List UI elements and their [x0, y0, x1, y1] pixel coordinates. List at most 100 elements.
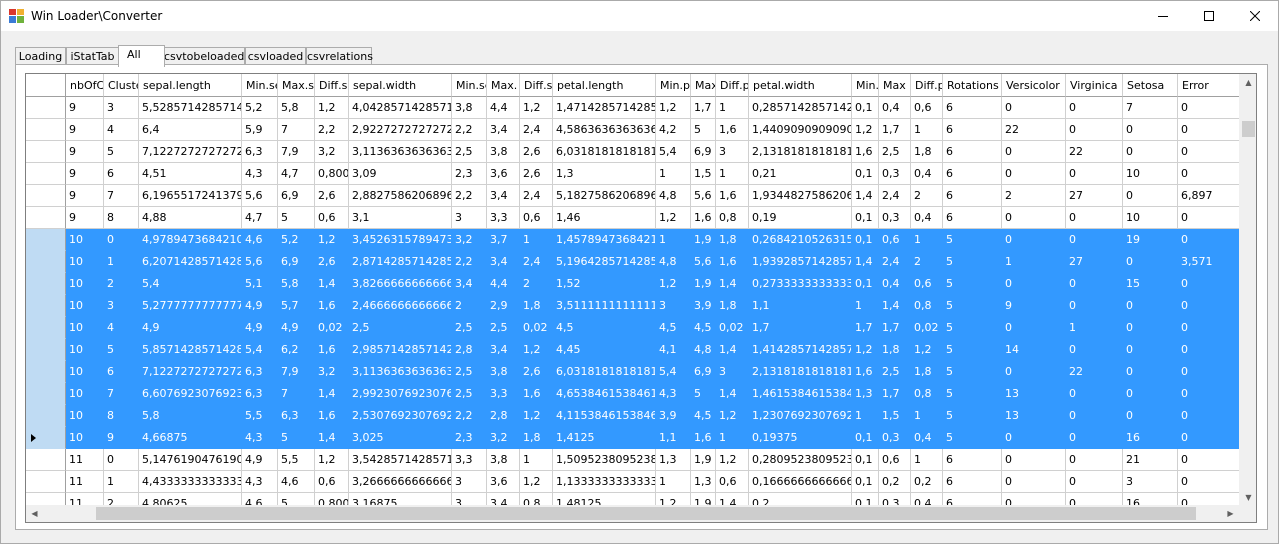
grid-cell[interactable]: 2,4 [520, 119, 553, 141]
column-header[interactable]: Cluste [104, 74, 139, 97]
table-row[interactable]: 9 4 6,4 5,9 7 2,2 2,92272727272727 2,2 3,4 2,4 4,5… [26, 119, 1248, 141]
grid-cell[interactable]: 0,2 [879, 471, 911, 493]
grid-cell[interactable]: 5,8 [278, 273, 315, 295]
grid-cell[interactable]: 1,4 [716, 339, 749, 361]
grid-cell[interactable]: 1,2 [315, 229, 349, 251]
close-button[interactable] [1232, 1, 1278, 31]
grid-cell[interactable]: 0,280952380952381 [749, 449, 852, 471]
grid-cell[interactable]: 0,1 [852, 471, 879, 493]
grid-cell[interactable]: 0 [1178, 229, 1248, 251]
grid-cell[interactable]: 4,4 [487, 273, 520, 295]
grid-cell[interactable]: 2,8 [487, 405, 520, 427]
grid-cell[interactable]: 1,8 [879, 339, 911, 361]
grid-cell[interactable]: 6,3 [278, 405, 315, 427]
column-header[interactable]: Diff.s [315, 74, 349, 97]
grid-cell[interactable]: 10 [66, 295, 104, 317]
grid-cell[interactable]: 1,2 [716, 405, 749, 427]
grid-cell[interactable]: 1,2 [911, 339, 943, 361]
row-header[interactable] [26, 185, 66, 207]
row-header[interactable] [26, 163, 66, 185]
grid-cell[interactable]: 3 [452, 207, 487, 229]
grid-cell[interactable]: 2,6 [520, 361, 553, 383]
grid-cell[interactable]: 6,03181818181818 [553, 141, 656, 163]
grid-cell[interactable]: 0 [1002, 471, 1066, 493]
grid-cell[interactable]: 2,6 [315, 251, 349, 273]
grid-cell[interactable]: 2,2 [452, 405, 487, 427]
grid-cell[interactable]: 1,3 [553, 163, 656, 185]
grid-cell[interactable]: 1,6 [716, 119, 749, 141]
grid-cell[interactable]: 1,6 [716, 185, 749, 207]
table-row[interactable]: 11 0 5,14761904761905 4,9 5,5 1,2 3,5428571428… [26, 449, 1248, 471]
grid-cell[interactable]: 3,1 [349, 207, 452, 229]
grid-cell[interactable]: 0 [1178, 471, 1248, 493]
column-header[interactable]: Diff.p [911, 74, 943, 97]
grid-cell[interactable]: 6 [943, 141, 1002, 163]
grid-cell[interactable]: 1 [852, 295, 879, 317]
grid-cell[interactable]: 1,2 [520, 471, 553, 493]
grid-cell[interactable]: 0 [1066, 427, 1123, 449]
grid-cell[interactable]: 0,4 [879, 97, 911, 119]
grid-cell[interactable]: 1,7 [879, 317, 911, 339]
column-header[interactable]: Error [1178, 74, 1248, 97]
grid-cell[interactable]: 3,025 [349, 427, 452, 449]
grid-cell[interactable]: 1 [104, 251, 139, 273]
vertical-scroll-thumb[interactable] [1242, 121, 1255, 137]
grid-cell[interactable]: 7,9 [278, 361, 315, 383]
grid-cell[interactable]: 5 [278, 207, 315, 229]
grid-cell[interactable]: 1,4 [852, 185, 879, 207]
grid-cell[interactable]: 5,1 [242, 273, 278, 295]
grid-cell[interactable]: 4,6 [278, 471, 315, 493]
grid-cell[interactable]: 5,14761904761905 [139, 449, 242, 471]
row-header[interactable] [26, 339, 66, 361]
table-row[interactable]: 10 6 7,12272727272727 6,3 7,9 3,2 3,1136363636… [26, 361, 1248, 383]
grid-cell[interactable]: 2,4 [520, 251, 553, 273]
grid-cell[interactable]: 10 [1123, 163, 1178, 185]
grid-cell[interactable]: 0 [1123, 339, 1178, 361]
grid-cell[interactable]: 2,5 [452, 361, 487, 383]
grid-cell[interactable]: 7 [104, 185, 139, 207]
grid-cell[interactable]: 6,2 [278, 339, 315, 361]
grid-cell[interactable]: 2,87142857142857 [349, 251, 452, 273]
grid-cell[interactable]: 1,2 [315, 97, 349, 119]
grid-cell[interactable]: 1,4 [315, 383, 349, 405]
grid-cell[interactable]: 1 [1066, 317, 1123, 339]
grid-cell[interactable]: 6,9 [691, 361, 716, 383]
grid-cell[interactable]: 6,19655172413793 [139, 185, 242, 207]
grid-cell[interactable]: 10 [66, 361, 104, 383]
grid-cell[interactable]: 4,3 [242, 163, 278, 185]
grid-cell[interactable]: 3 [104, 97, 139, 119]
grid-cell[interactable]: 1,3 [691, 471, 716, 493]
grid-cell[interactable]: 0 [104, 229, 139, 251]
grid-cell[interactable]: 1,6 [691, 427, 716, 449]
grid-cell[interactable]: 0 [1178, 449, 1248, 471]
grid-cell[interactable]: 0 [1178, 361, 1248, 383]
column-header[interactable]: sepal.length [139, 74, 242, 97]
grid-cell[interactable]: 0,02 [911, 317, 943, 339]
grid-cell[interactable]: 2,2 [452, 119, 487, 141]
grid-cell[interactable]: 0 [104, 449, 139, 471]
grid-cell[interactable]: 2,3 [452, 427, 487, 449]
grid-cell[interactable]: 1 [716, 97, 749, 119]
grid-cell[interactable]: 6 [943, 449, 1002, 471]
grid-cell[interactable]: 5 [104, 141, 139, 163]
grid-cell[interactable]: 6,3 [242, 141, 278, 163]
grid-cell[interactable]: 3,11363636363636 [349, 141, 452, 163]
grid-cell[interactable]: 22 [1066, 361, 1123, 383]
grid-cell[interactable]: 4,1 [656, 339, 691, 361]
grid-cell[interactable]: 0,166666666666667 [749, 471, 852, 493]
table-row[interactable]: 9 8 4,88 4,7 5 0,6 3,1 3 3,3 0,6 1,46 1,2 1,6 0,8 0,19… [26, 207, 1248, 229]
column-header[interactable]: Diff.p [716, 74, 749, 97]
table-row[interactable]: 10 4 4,9 4,9 4,9 0,02 2,5 2,5 2,5 0,02 4,5 4,5 4,5 0,… [26, 317, 1248, 339]
grid-cell[interactable]: 5,6 [242, 251, 278, 273]
grid-cell[interactable]: 0,3 [879, 163, 911, 185]
grid-cell[interactable]: 0 [1002, 163, 1066, 185]
grid-cell[interactable]: 2,2 [452, 251, 487, 273]
grid-cell[interactable]: 0 [1123, 141, 1178, 163]
grid-cell[interactable]: 1,8 [520, 427, 553, 449]
grid-cell[interactable]: 9 [66, 163, 104, 185]
grid-cell[interactable]: 0 [1066, 295, 1123, 317]
grid-cell[interactable]: 3,4 [487, 339, 520, 361]
grid-cell[interactable]: 1,3 [852, 383, 879, 405]
grid-cell[interactable]: 0 [1178, 163, 1248, 185]
grid-cell[interactable]: 1,8 [911, 361, 943, 383]
